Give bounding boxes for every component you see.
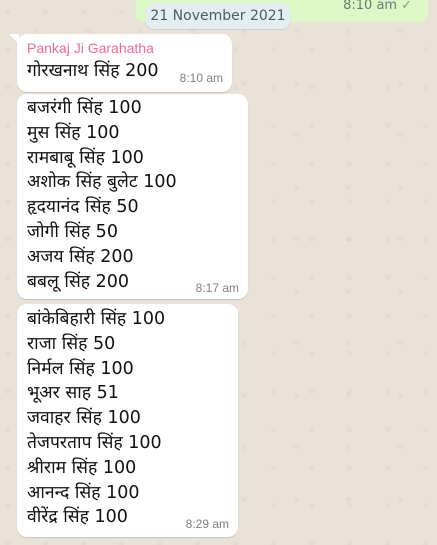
message-bubble[interactable]: बांकेबिहारी सिंह 100 राजा सिंह 50 निर्मल…	[17, 304, 238, 537]
message-line: बजरंगी सिंह 100	[27, 98, 142, 118]
message-time: 8:29 am	[185, 517, 229, 531]
message-line: राजा सिंह 50	[27, 333, 116, 354]
single-tick-icon: ✓	[401, 0, 412, 13]
bubble-tail	[9, 34, 19, 44]
message-line: अजय सिंह 200	[27, 246, 134, 267]
sender-name[interactable]: Pankaj Ji Garahatha	[27, 40, 154, 56]
message-line: बबलू सिंह 200	[27, 271, 130, 292]
message-line: आनन्द सिंह 100	[27, 482, 140, 503]
message-bubble[interactable]: Pankaj Ji Garahatha गोरखनाथ सिंह 200 8:1…	[9, 34, 232, 92]
message-line: अशोक सिंह बुलेट 100	[27, 172, 177, 193]
message-line: तेजपरताप सिंह 100	[27, 433, 162, 453]
message-line: हृदयानंद सिंह 50	[27, 197, 139, 218]
outgoing-time-text: 8:10 am	[343, 0, 398, 13]
date-chip: 21 November 2021	[146, 3, 290, 29]
outgoing-message-time: 8:10 am ✓	[343, 0, 412, 13]
message-line: श्रीराम सिंह 100	[27, 457, 137, 478]
message-line: निर्मल सिंह 100	[27, 358, 134, 379]
message-line: भूअर साह 51	[27, 383, 119, 404]
message-line: वीरेंद्र सिंह 100	[27, 507, 128, 528]
message-line: मुस सिंह 100	[27, 122, 120, 143]
message-line: बांकेबिहारी सिंह 100	[27, 309, 166, 329]
message-line: जोगी सिंह 50	[27, 222, 118, 242]
message-bubble[interactable]: बजरंगी सिंह 100 मुस सिंह 100 रामबाबू सिं…	[17, 94, 248, 299]
message-time: 8:17 am	[195, 281, 239, 295]
message-time: 8:10 am	[179, 71, 223, 85]
message-line: गोरखनाथ सिंह 200	[27, 61, 159, 81]
message-line: रामबाबू सिंह 100	[27, 147, 144, 168]
message-line: जवाहर सिंह 100	[27, 408, 141, 429]
